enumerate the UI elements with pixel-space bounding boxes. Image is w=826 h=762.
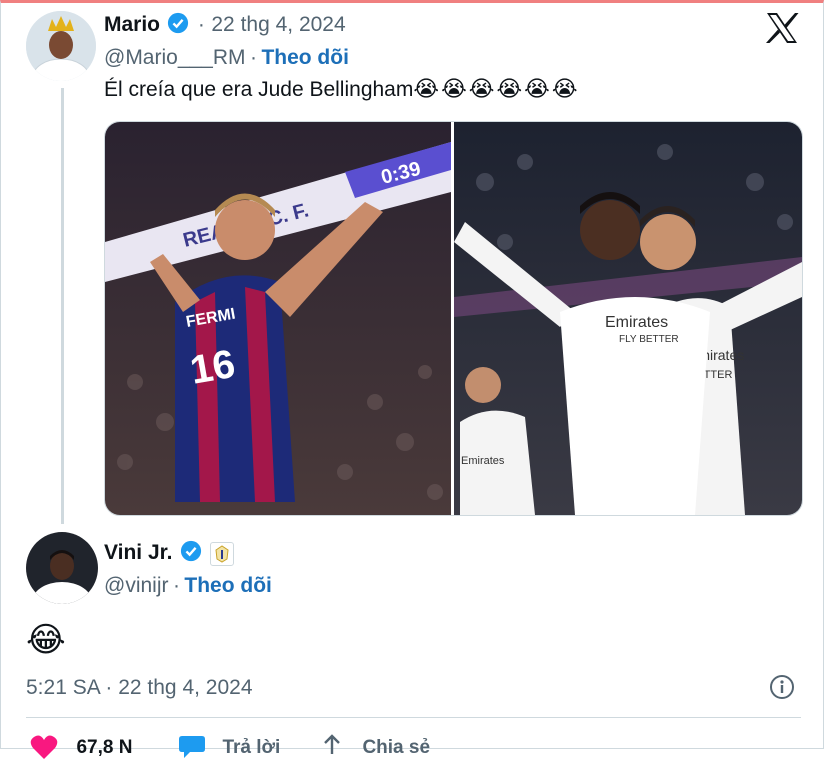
share-label: Chia sẻ bbox=[362, 737, 431, 758]
main-timestamp[interactable]: 5:21 SA · 22 thg 4, 2024 bbox=[26, 676, 253, 700]
verified-icon bbox=[168, 12, 189, 34]
loudly-crying-emojis: 😭😭😭😭😭😭 bbox=[413, 77, 580, 102]
verified-icon bbox=[180, 540, 202, 562]
media-jersey-number: 16 bbox=[187, 342, 238, 393]
main-header: Vini Jr. bbox=[104, 540, 235, 566]
reply-handle-row: @Mario___RM · Theo dõi bbox=[104, 46, 349, 70]
share-icon bbox=[324, 734, 340, 754]
main-author-name[interactable]: Vini Jr. bbox=[104, 541, 173, 564]
main-handle-row: @vinijr · Theo dõi bbox=[104, 574, 272, 598]
mario-avatar[interactable] bbox=[26, 11, 96, 81]
real-madrid-badge-icon bbox=[210, 542, 235, 566]
like-button[interactable]: 67,8 N bbox=[30, 734, 132, 762]
reply-header: Mario · 22 thg 4, 2024 bbox=[104, 12, 346, 42]
main-handle-separator: · bbox=[172, 574, 180, 597]
reply-handle-separator: · bbox=[249, 46, 257, 69]
reply-media-grid[interactable]: REAL M. C. F. 0:39 FERMI 16 Emirates Emi… bbox=[104, 121, 803, 516]
reply-button[interactable]: Trả lời bbox=[178, 734, 280, 762]
reply-separator: · bbox=[197, 13, 205, 36]
reply-date[interactable]: 22 thg 4, 2024 bbox=[211, 13, 345, 36]
media-sponsor-front: Emirates bbox=[605, 314, 668, 331]
thread-connector-line bbox=[61, 88, 64, 524]
media-sponsor-left: Emirates bbox=[461, 455, 505, 467]
share-button[interactable]: Chia sẻ bbox=[320, 734, 430, 762]
reply-author-name[interactable]: Mario bbox=[104, 13, 160, 36]
info-icon[interactable] bbox=[769, 674, 795, 700]
main-handle[interactable]: @vinijr bbox=[104, 574, 169, 597]
reply-handle[interactable]: @Mario___RM bbox=[104, 46, 246, 69]
reply-follow-link[interactable]: Theo dõi bbox=[261, 46, 349, 69]
media-sponsor-front-sub: FLY BETTER bbox=[619, 334, 679, 345]
divider bbox=[26, 717, 801, 718]
like-count: 67,8 N bbox=[76, 737, 133, 758]
reply-text-body: Él creía que era Jude Bellingham bbox=[104, 78, 414, 101]
main-follow-link[interactable]: Theo dõi bbox=[184, 574, 272, 597]
action-bar: 67,8 N Trả lời Chia sẻ bbox=[26, 730, 801, 760]
reply-text: Él creía que era Jude Bellingham😭😭😭😭😭😭 bbox=[104, 77, 580, 102]
main-tweet-body: 😂 bbox=[26, 620, 66, 660]
vinijr-avatar[interactable] bbox=[26, 532, 98, 604]
reply-label: Trả lời bbox=[222, 737, 281, 758]
heart-icon bbox=[30, 735, 58, 759]
x-logo-icon[interactable] bbox=[765, 12, 799, 44]
reply-bubble-icon bbox=[179, 736, 205, 758]
